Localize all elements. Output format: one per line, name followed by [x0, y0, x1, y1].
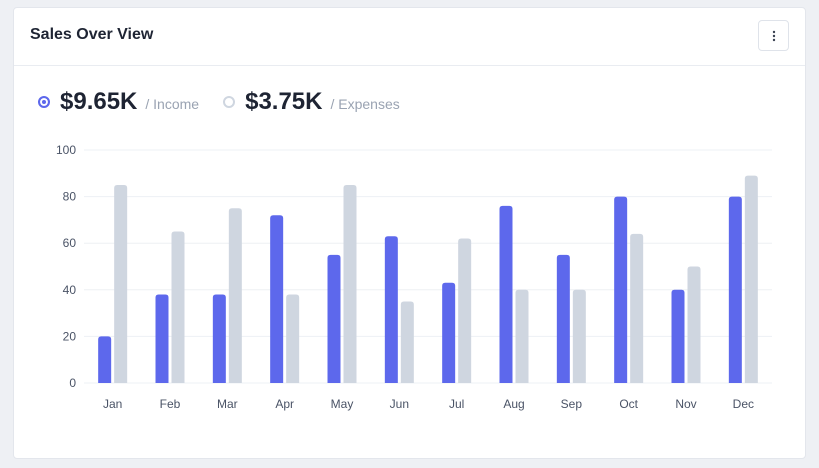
y-tick-label: 80: [63, 190, 77, 204]
expenses-legend-dot: [223, 96, 236, 108]
income-bar-sep[interactable]: [556, 254, 570, 383]
expenses-bar-oct[interactable]: [630, 233, 644, 383]
income-bar-may[interactable]: [327, 254, 341, 383]
x-tick-label: Jul: [449, 397, 464, 411]
card-header: Sales Over View: [14, 8, 805, 66]
x-tick-label: Feb: [160, 397, 181, 411]
sales-overview-card: Sales Over View $9.65K / Income $3.75K /…: [13, 7, 806, 459]
income-bar-jul[interactable]: [442, 282, 456, 383]
income-bar-apr[interactable]: [270, 215, 284, 383]
sales-bar-chart: 0 20 40 60 80 100 Jan Feb Mar Apr May Jun Jul Aug Sep O…: [56, 143, 772, 411]
income-bar-jun[interactable]: [384, 236, 398, 383]
income-bar-oct[interactable]: [614, 196, 628, 383]
expenses-bar-apr[interactable]: [286, 294, 300, 383]
income-bar-dec[interactable]: [728, 196, 742, 383]
x-tick-label: May: [331, 397, 354, 411]
income-summary: $9.65K / Income: [38, 88, 199, 116]
expenses-label: / Expenses: [330, 96, 400, 112]
y-tick-label: 0: [69, 376, 76, 390]
x-tick-label: Mar: [217, 397, 238, 411]
x-tick-label: Apr: [275, 397, 294, 411]
expenses-bar-jan[interactable]: [114, 184, 128, 383]
expenses-bar-jun[interactable]: [400, 301, 414, 383]
income-label: / Income: [145, 96, 200, 112]
x-tick-label: Aug: [503, 397, 524, 411]
income-bar-jan[interactable]: [98, 336, 112, 383]
income-legend-dot: [38, 96, 50, 108]
expenses-summary: $3.75K / Expenses: [223, 88, 400, 116]
expenses-bar-feb[interactable]: [171, 231, 185, 383]
x-tick-label: Nov: [675, 397, 696, 411]
expenses-bar-sep[interactable]: [572, 289, 586, 383]
x-tick-label: Jun: [390, 397, 409, 411]
x-tick-label: Sep: [561, 397, 583, 411]
income-bar-nov[interactable]: [671, 289, 685, 383]
income-bar-mar[interactable]: [212, 294, 226, 383]
summary-row: $9.65K / Income $3.75K / Expenses: [38, 88, 424, 116]
x-tick-label: Jan: [103, 397, 122, 411]
expenses-bar-aug[interactable]: [515, 289, 529, 383]
income-bar-aug[interactable]: [499, 205, 513, 383]
more-vertical-icon: [772, 30, 775, 41]
expenses-bar-may[interactable]: [343, 184, 357, 383]
income-bar-feb[interactable]: [155, 294, 169, 383]
expenses-bar-jul[interactable]: [458, 238, 472, 383]
y-tick-label: 40: [63, 283, 77, 297]
expenses-bar-dec[interactable]: [744, 175, 758, 383]
income-amount: $9.65K: [60, 88, 138, 115]
expenses-bar-nov[interactable]: [687, 266, 701, 384]
expenses-bar-mar[interactable]: [228, 208, 242, 383]
more-options-button[interactable]: [758, 20, 789, 51]
y-tick-label: 100: [56, 143, 76, 157]
y-tick-label: 60: [63, 236, 77, 250]
x-tick-label: Oct: [619, 397, 638, 411]
y-tick-label: 20: [63, 329, 77, 343]
x-tick-label: Dec: [733, 397, 754, 411]
expenses-amount: $3.75K: [245, 88, 323, 115]
card-title: Sales Over View: [30, 26, 154, 43]
